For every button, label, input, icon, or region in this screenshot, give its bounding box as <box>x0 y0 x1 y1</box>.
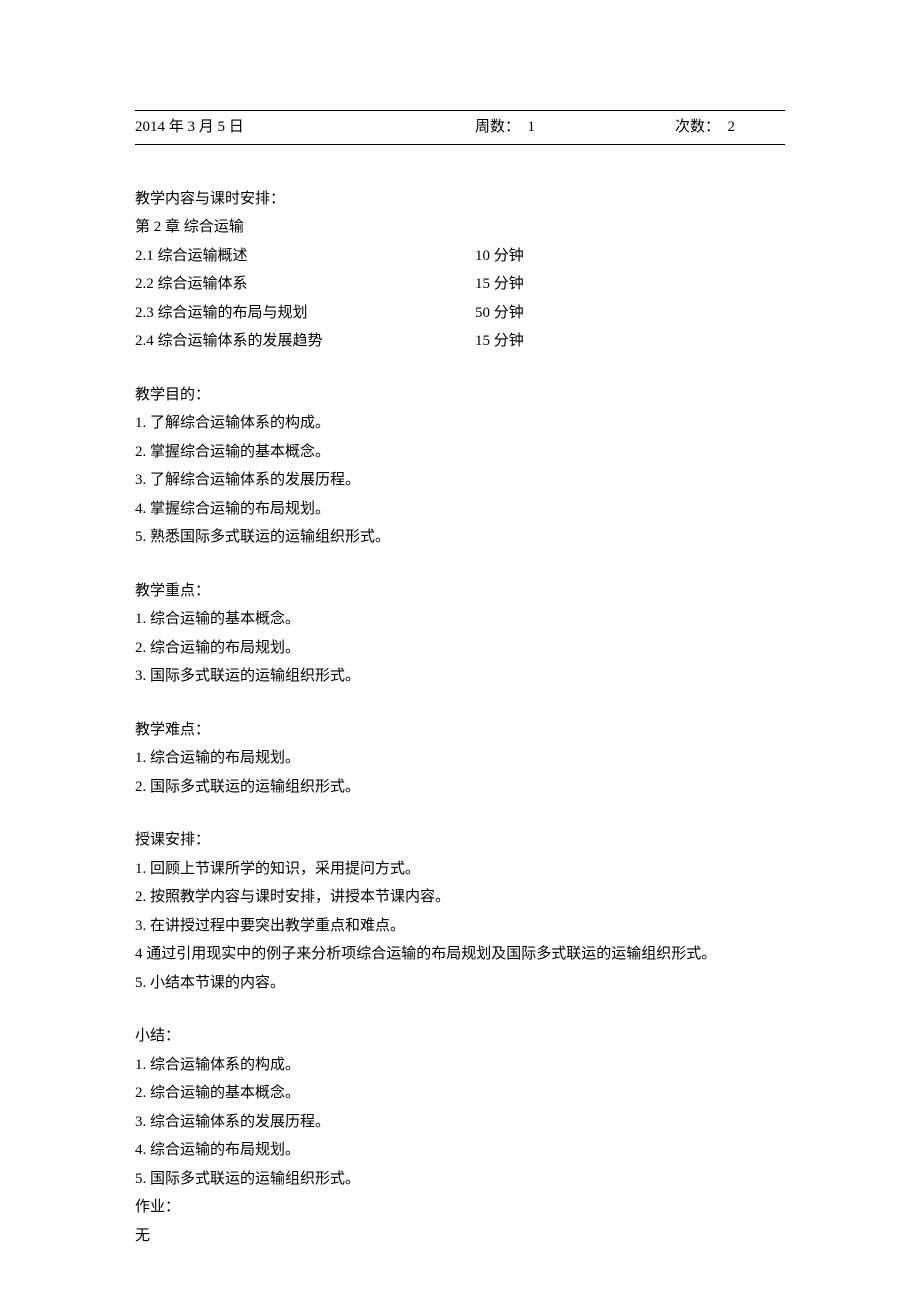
arrangement-item: 2. 按照教学内容与课时安排，讲授本节课内容。 <box>135 883 785 912</box>
schedule-item-label: 2.2 综合运输体系 <box>135 270 475 299</box>
schedule-item-label: 2.3 综合运输的布局与规划 <box>135 299 475 328</box>
objectives-item: 1. 了解综合运输体系的构成。 <box>135 409 785 438</box>
summary-item: 3. 综合运输体系的发展历程。 <box>135 1108 785 1137</box>
schedule-item: 2.1 综合运输概述 10 分钟 <box>135 242 785 271</box>
arrangement-item: 3. 在讲授过程中要突出教学重点和难点。 <box>135 912 785 941</box>
schedule-item-label: 2.4 综合运输体系的发展趋势 <box>135 327 475 356</box>
section-summary: 小结： 1. 综合运输体系的构成。 2. 综合运输的基本概念。 3. 综合运输体… <box>135 1022 785 1250</box>
homework-title: 作业： <box>135 1193 785 1222</box>
header-row: 2014 年 3 月 5 日 周数： 1 次数： 2 <box>135 110 785 145</box>
objectives-item: 3. 了解综合运输体系的发展历程。 <box>135 466 785 495</box>
difficulties-title: 教学难点： <box>135 716 785 745</box>
schedule-item-time: 15 分钟 <box>475 270 785 299</box>
header-date: 2014 年 3 月 5 日 <box>135 113 475 142</box>
summary-item: 2. 综合运输的基本概念。 <box>135 1079 785 1108</box>
section-schedule: 教学内容与课时安排： 第 2 章 综合运输 2.1 综合运输概述 10 分钟 2… <box>135 185 785 356</box>
objectives-item: 5. 熟悉国际多式联运的运输组织形式。 <box>135 523 785 552</box>
schedule-item-label: 2.1 综合运输概述 <box>135 242 475 271</box>
week-value: 1 <box>528 119 536 135</box>
week-label: 周数： <box>475 119 520 135</box>
schedule-chapter: 第 2 章 综合运输 <box>135 213 785 242</box>
arrangement-item: 4 通过引用现实中的例子来分析项综合运输的布局规划及国际多式联运的运输组织形式。 <box>135 940 785 969</box>
count-value: 2 <box>728 119 736 135</box>
schedule-item-time: 10 分钟 <box>475 242 785 271</box>
summary-item: 4. 综合运输的布局规划。 <box>135 1136 785 1165</box>
schedule-item: 2.3 综合运输的布局与规划 50 分钟 <box>135 299 785 328</box>
header-count: 次数： 2 <box>675 113 785 142</box>
section-difficulties: 教学难点： 1. 综合运输的布局规划。 2. 国际多式联运的运输组织形式。 <box>135 716 785 802</box>
schedule-item-time: 15 分钟 <box>475 327 785 356</box>
objectives-item: 2. 掌握综合运输的基本概念。 <box>135 438 785 467</box>
arrangement-title: 授课安排： <box>135 826 785 855</box>
homework-content: 无 <box>135 1222 785 1251</box>
difficulties-item: 1. 综合运输的布局规划。 <box>135 744 785 773</box>
arrangement-item: 1. 回顾上节课所学的知识，采用提问方式。 <box>135 855 785 884</box>
keypoints-item: 3. 国际多式联运的运输组织形式。 <box>135 662 785 691</box>
summary-item: 1. 综合运输体系的构成。 <box>135 1051 785 1080</box>
objectives-title: 教学目的： <box>135 381 785 410</box>
count-label: 次数： <box>675 119 720 135</box>
keypoints-title: 教学重点： <box>135 577 785 606</box>
schedule-item: 2.4 综合运输体系的发展趋势 15 分钟 <box>135 327 785 356</box>
keypoints-item: 1. 综合运输的基本概念。 <box>135 605 785 634</box>
schedule-item-time: 50 分钟 <box>475 299 785 328</box>
summary-item: 5. 国际多式联运的运输组织形式。 <box>135 1165 785 1194</box>
header-week: 周数： 1 <box>475 113 675 142</box>
schedule-item: 2.2 综合运输体系 15 分钟 <box>135 270 785 299</box>
arrangement-item: 5. 小结本节课的内容。 <box>135 969 785 998</box>
difficulties-item: 2. 国际多式联运的运输组织形式。 <box>135 773 785 802</box>
section-keypoints: 教学重点： 1. 综合运输的基本概念。 2. 综合运输的布局规划。 3. 国际多… <box>135 577 785 691</box>
summary-title: 小结： <box>135 1022 785 1051</box>
section-arrangement: 授课安排： 1. 回顾上节课所学的知识，采用提问方式。 2. 按照教学内容与课时… <box>135 826 785 997</box>
keypoints-item: 2. 综合运输的布局规划。 <box>135 634 785 663</box>
schedule-title: 教学内容与课时安排： <box>135 185 785 214</box>
section-objectives: 教学目的： 1. 了解综合运输体系的构成。 2. 掌握综合运输的基本概念。 3.… <box>135 381 785 552</box>
objectives-item: 4. 掌握综合运输的布局规划。 <box>135 495 785 524</box>
